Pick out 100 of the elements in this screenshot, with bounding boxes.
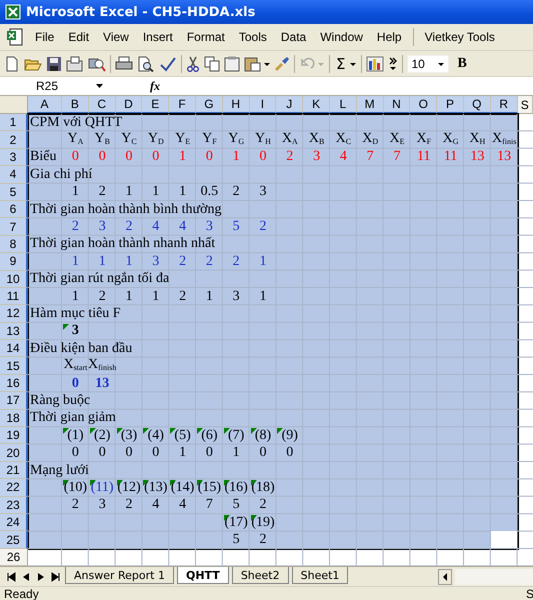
menu-item[interactable]: Help xyxy=(370,30,409,44)
sheet-tab[interactable]: Answer Report 1 xyxy=(65,567,174,584)
row-header[interactable]: 9 xyxy=(0,253,28,271)
row-header[interactable]: 21 xyxy=(0,462,28,480)
save-icon[interactable] xyxy=(46,56,62,72)
menu-item[interactable]: Tools xyxy=(232,30,274,44)
row-header[interactable]: 7 xyxy=(0,218,28,236)
insert-function-button[interactable]: fx xyxy=(150,78,160,94)
row-header[interactable]: 13 xyxy=(0,322,28,340)
copy-icon[interactable] xyxy=(204,56,220,72)
cell-text: X$_{G}$ xyxy=(442,130,458,148)
column-header[interactable]: L xyxy=(330,96,357,114)
row-header[interactable]: 26 xyxy=(0,548,28,566)
column-header[interactable]: F xyxy=(169,96,196,114)
column-header[interactable]: S xyxy=(518,96,533,114)
active-cell[interactable] xyxy=(490,531,517,548)
cell-text: 0 xyxy=(259,445,266,462)
print-icon[interactable] xyxy=(115,56,133,72)
sheet-tab[interactable]: Sheet1 xyxy=(292,567,348,584)
row-header[interactable]: 18 xyxy=(0,410,28,428)
column-header[interactable]: N xyxy=(384,96,410,114)
menu-item[interactable]: Edit xyxy=(61,30,96,44)
menu-item[interactable]: Vietkey Tools xyxy=(418,30,502,44)
row-header[interactable]: 23 xyxy=(0,496,28,514)
font-size-field[interactable]: 10 xyxy=(407,54,450,72)
bar-chart-icon[interactable] xyxy=(366,56,384,72)
column-header[interactable]: B xyxy=(62,96,89,114)
row-header[interactable]: 1 xyxy=(0,114,28,132)
cell-text: Thời gian giảm xyxy=(30,410,116,426)
search-icon[interactable] xyxy=(88,56,106,72)
excel-icon xyxy=(5,4,21,20)
first-sheet-icon[interactable] xyxy=(5,570,17,583)
last-sheet-icon[interactable] xyxy=(50,570,62,583)
menu-item[interactable]: Format xyxy=(180,30,232,44)
column-header[interactable]: C xyxy=(88,96,116,114)
row-header[interactable]: 15 xyxy=(0,357,28,375)
paintbrush-icon[interactable] xyxy=(274,56,290,72)
sheet-tab[interactable]: QHTT xyxy=(176,567,229,584)
row-header[interactable]: 10 xyxy=(0,270,28,288)
cell-text: (5) xyxy=(174,428,191,444)
row-header[interactable]: 4 xyxy=(0,166,28,184)
row-header[interactable]: 22 xyxy=(0,479,28,497)
cell-text: 3 xyxy=(206,219,213,236)
menu-item[interactable]: View xyxy=(96,30,136,44)
new-document-icon[interactable] xyxy=(4,56,20,72)
column-header[interactable]: H xyxy=(222,96,250,114)
autosum-button[interactable]: Σ xyxy=(334,54,346,72)
cell-text: 5 xyxy=(232,497,240,514)
column-header[interactable]: I xyxy=(250,96,276,114)
cell-text: 1 xyxy=(152,288,160,305)
column-header[interactable]: P xyxy=(437,96,464,114)
menu-item[interactable]: Insert xyxy=(136,30,180,44)
row-header[interactable]: 3 xyxy=(0,148,28,166)
scroll-left-icon[interactable] xyxy=(438,568,452,585)
menu-item[interactable]: Window xyxy=(313,30,370,44)
column-header[interactable]: K xyxy=(303,96,330,114)
horizontal-scrollbar[interactable] xyxy=(455,568,533,585)
row-header[interactable]: 2 xyxy=(0,131,28,149)
dropdown-arrow-icon[interactable] xyxy=(95,82,104,90)
row-header[interactable]: 19 xyxy=(0,427,28,444)
row-header[interactable]: 6 xyxy=(0,200,28,218)
row-header[interactable]: 14 xyxy=(0,340,28,358)
print-preview-icon[interactable] xyxy=(137,56,155,72)
cut-icon[interactable] xyxy=(186,56,200,72)
bold-button[interactable]: B xyxy=(453,56,471,72)
column-header[interactable]: O xyxy=(410,96,438,114)
cell-text: 1 xyxy=(72,288,79,305)
row-header[interactable]: 20 xyxy=(0,444,28,462)
menu-item[interactable]: File xyxy=(28,30,62,44)
cell-text: (1) xyxy=(67,428,84,444)
row-header[interactable]: 8 xyxy=(0,236,28,254)
column-header[interactable]: A xyxy=(28,96,62,114)
cell-text: 3 xyxy=(98,497,106,514)
column-header[interactable]: M xyxy=(356,96,384,114)
cell-text: 7 xyxy=(206,497,213,514)
spelling-check-icon[interactable] xyxy=(159,56,177,72)
column-header[interactable]: J xyxy=(276,96,304,114)
column-header[interactable]: E xyxy=(142,96,170,114)
clipboard-icon[interactable] xyxy=(244,56,270,72)
row-header[interactable]: 5 xyxy=(0,184,28,201)
menu-item[interactable]: Data xyxy=(274,30,314,44)
row-header[interactable]: 11 xyxy=(0,288,28,306)
column-header[interactable]: Q xyxy=(464,96,491,114)
sheet-tab[interactable]: Sheet2 xyxy=(232,567,289,584)
row-header[interactable]: 12 xyxy=(0,305,28,323)
column-header[interactable]: G xyxy=(196,96,223,114)
row-header[interactable]: 16 xyxy=(0,374,28,392)
chevron-icon[interactable] xyxy=(388,56,398,72)
cell-text: (14) xyxy=(170,480,194,496)
column-header[interactable]: D xyxy=(116,96,142,114)
column-header[interactable]: R xyxy=(490,96,518,114)
row-header[interactable]: 25 xyxy=(0,531,28,549)
name-box[interactable]: R25 xyxy=(0,77,108,95)
cell-text: X$_{finish}$ xyxy=(88,356,116,374)
cell-text: X$_{C}$ xyxy=(336,130,352,148)
cell-text: Y$_{H}$ xyxy=(255,130,271,148)
workbook-icon[interactable] xyxy=(6,28,24,46)
cell-text: 5 xyxy=(232,532,240,548)
row-header[interactable]: 17 xyxy=(0,392,28,410)
row-header[interactable]: 24 xyxy=(0,514,28,532)
